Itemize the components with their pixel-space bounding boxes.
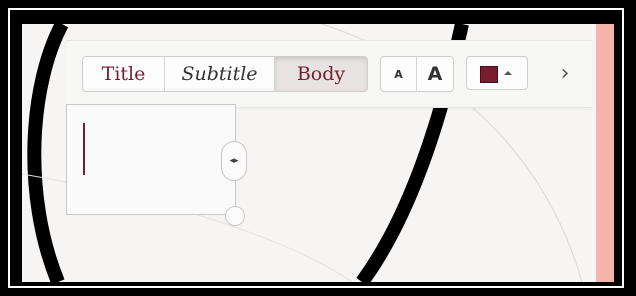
- font-size-group: A A: [380, 56, 454, 92]
- text-box[interactable]: [66, 104, 236, 215]
- style-subtitle-button[interactable]: Subtitle: [165, 57, 275, 91]
- text-color-button[interactable]: [466, 56, 528, 90]
- text-cursor: [83, 123, 85, 175]
- pink-strip: [596, 24, 614, 282]
- text-style-segmented-control: Title Subtitle Body: [82, 56, 368, 92]
- decrease-font-size-button[interactable]: A: [381, 57, 417, 91]
- color-swatch-icon: [480, 66, 498, 83]
- corner-resize-handle[interactable]: [225, 206, 245, 226]
- horizontal-resize-handle-icon[interactable]: ◂▸: [221, 141, 247, 181]
- screenshot-frame: Title Subtitle Body A A › ◂▸: [0, 0, 636, 296]
- chevron-right-icon[interactable]: ›: [550, 55, 580, 91]
- increase-font-size-button[interactable]: A: [417, 57, 453, 91]
- caret-up-icon: [504, 71, 512, 75]
- style-body-button[interactable]: Body: [275, 57, 367, 91]
- text-format-toolbar: Title Subtitle Body A A ›: [66, 40, 592, 108]
- style-title-button[interactable]: Title: [83, 57, 165, 91]
